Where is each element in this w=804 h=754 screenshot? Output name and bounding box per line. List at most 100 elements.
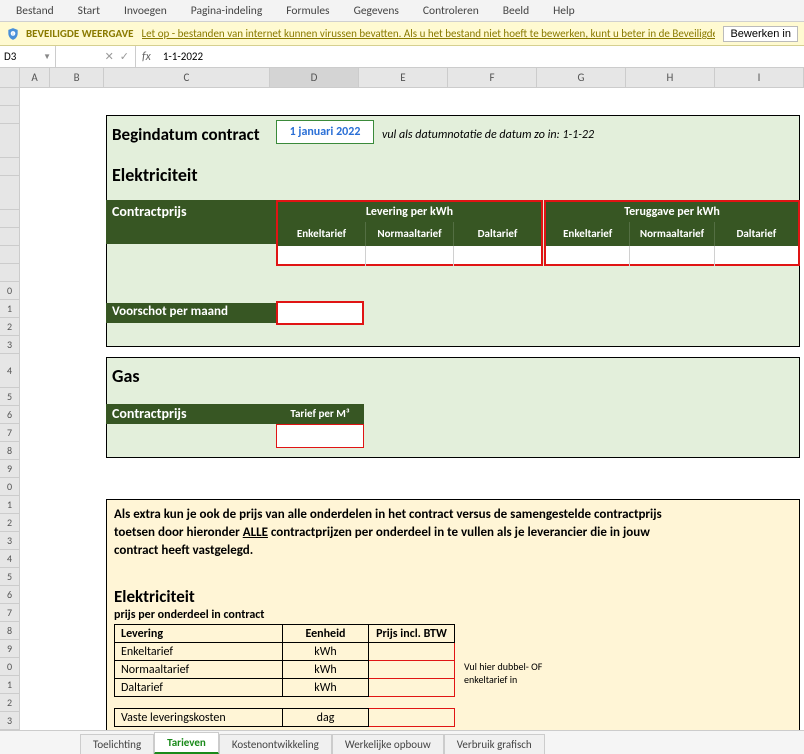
row-label: Vaste leveringskosten xyxy=(115,709,283,727)
sheet-tabs: Toelichting Tarieven Kostenontwikkeling … xyxy=(0,730,804,754)
col-enkeltarief: Enkeltarief xyxy=(546,222,630,246)
menu-item[interactable]: Formules xyxy=(274,4,341,18)
col-daltarief: Daltarief xyxy=(454,222,541,246)
teruggave-group: Teruggave per kWh Enkeltarief Normaaltar… xyxy=(544,200,800,266)
menu-item[interactable]: Start xyxy=(66,4,112,18)
name-box[interactable]: D3 ▼ xyxy=(0,46,56,67)
row-header[interactable] xyxy=(0,106,19,124)
row-header[interactable]: 3 xyxy=(0,336,19,354)
row-header[interactable] xyxy=(0,158,19,176)
levering-table: Levering Eenheid Prijs incl. BTW Enkelta… xyxy=(114,624,455,727)
row-header[interactable]: 1 xyxy=(0,300,19,318)
teruggave-header: Teruggave per kWh xyxy=(546,202,798,222)
row-header[interactable] xyxy=(0,88,19,106)
gas-header: Gas xyxy=(112,365,140,387)
row-header[interactable]: 1 xyxy=(0,496,19,514)
row-header[interactable]: 6 xyxy=(0,586,19,604)
protected-message: Let op - bestanden van internet kunnen v… xyxy=(142,27,716,40)
chevron-down-icon[interactable]: ▼ xyxy=(43,52,51,62)
row-header[interactable]: 2 xyxy=(0,318,19,336)
name-box-value: D3 xyxy=(4,50,16,63)
row-header[interactable]: 7 xyxy=(0,424,19,442)
shield-icon: i xyxy=(6,27,20,41)
row-header[interactable] xyxy=(0,246,19,264)
protected-view-banner: i BEVEILIGDE WEERGAVE Let op - bestanden… xyxy=(0,22,804,46)
levering-enkeltarief-input[interactable] xyxy=(278,246,366,266)
menu-item[interactable]: Invoegen xyxy=(112,4,179,18)
protected-title: BEVEILIGDE WEERGAVE xyxy=(26,27,134,40)
row-unit: kWh xyxy=(283,679,369,697)
column-header[interactable]: A xyxy=(20,68,51,87)
row-header[interactable]: 9 xyxy=(0,460,19,478)
row-header[interactable] xyxy=(0,124,19,158)
row-header[interactable]: 5 xyxy=(0,568,19,586)
row-header[interactable]: 3 xyxy=(0,712,19,730)
extra-subtitle: prijs per onderdeel in contract xyxy=(114,608,264,622)
row-header[interactable] xyxy=(0,264,19,282)
cancel-icon[interactable]: ✕ xyxy=(105,50,114,63)
sheet-tab[interactable]: Verbruik grafisch xyxy=(444,734,545,754)
col-daltarief: Daltarief xyxy=(715,222,798,246)
row-header[interactable]: 6 xyxy=(0,406,19,424)
row-label: Enkeltarief xyxy=(115,643,283,661)
menu-item[interactable]: Gegevens xyxy=(342,4,411,18)
row-header[interactable]: 3 xyxy=(0,532,19,550)
sheet-tab[interactable]: Werkelijke opbouw xyxy=(332,734,444,754)
col-enkeltarief: Enkeltarief xyxy=(278,222,366,246)
row-header[interactable]: 2 xyxy=(0,514,19,532)
row-header[interactable]: 4 xyxy=(0,550,19,568)
fx-icon[interactable]: fx xyxy=(136,46,157,67)
voorschot-input[interactable] xyxy=(276,301,364,325)
enable-editing-button[interactable]: Bewerken in xyxy=(723,26,798,42)
teruggave-enkeltarief-input[interactable] xyxy=(546,246,630,266)
column-header[interactable]: G xyxy=(537,68,626,87)
contractprijs-label: Contractprijs xyxy=(106,200,276,244)
column-header[interactable]: C xyxy=(104,68,270,87)
row-header[interactable]: 0 xyxy=(0,282,19,300)
confirm-icon[interactable]: ✓ xyxy=(120,50,129,63)
enkeltarief-prijs-input[interactable] xyxy=(369,643,455,661)
row-header[interactable]: 8 xyxy=(0,622,19,640)
formula-input[interactable]: 1-1-2022 xyxy=(157,46,804,67)
column-header[interactable]: I xyxy=(715,68,804,87)
begindatum-input[interactable]: 1 januari 2022 xyxy=(276,120,374,144)
menu-item[interactable]: Bestand xyxy=(4,4,66,18)
menu-item[interactable]: Beeld xyxy=(491,4,541,18)
column-header[interactable]: H xyxy=(626,68,715,87)
levering-normaaltarief-input[interactable] xyxy=(366,246,454,266)
menu-item[interactable]: Pagina-indeling xyxy=(179,4,275,18)
teruggave-normaaltarief-input[interactable] xyxy=(630,246,714,266)
row-unit: dag xyxy=(283,709,369,727)
worksheet-area[interactable]: Begindatum contract 1 januari 2022 vul a… xyxy=(20,88,804,731)
row-header[interactable]: 5 xyxy=(0,388,19,406)
row-header[interactable]: 4 xyxy=(0,354,19,388)
column-header[interactable]: E xyxy=(359,68,448,87)
menu-item[interactable]: Help xyxy=(541,4,587,18)
row-header[interactable]: 7 xyxy=(0,604,19,622)
row-header[interactable]: 2 xyxy=(0,694,19,712)
teruggave-daltarief-input[interactable] xyxy=(715,246,798,266)
daltarief-prijs-input[interactable] xyxy=(369,679,455,697)
row-header[interactable]: 8 xyxy=(0,442,19,460)
normaaltarief-prijs-input[interactable] xyxy=(369,661,455,679)
column-header[interactable]: F xyxy=(448,68,537,87)
menu-item[interactable]: Controleren xyxy=(411,4,491,18)
vaste-kosten-input[interactable] xyxy=(369,709,455,727)
row-header[interactable]: 1 xyxy=(0,676,19,694)
row-header[interactable] xyxy=(0,228,19,246)
column-header[interactable]: B xyxy=(50,68,103,87)
select-all-corner[interactable] xyxy=(0,68,20,87)
row-header[interactable]: 0 xyxy=(0,478,19,496)
gas-tarief-input[interactable] xyxy=(276,424,364,448)
sheet-tab[interactable]: Tarieven xyxy=(154,732,219,754)
levering-daltarief-input[interactable] xyxy=(454,246,541,266)
sheet-tab[interactable]: Kostenontwikkeling xyxy=(219,734,332,754)
menu-bar: Bestand Start Invoegen Pagina-indeling F… xyxy=(0,0,804,22)
begindatum-label: Begindatum contract xyxy=(112,124,260,145)
row-header[interactable] xyxy=(0,176,19,210)
row-header[interactable]: 9 xyxy=(0,640,19,658)
row-header[interactable]: 0 xyxy=(0,658,19,676)
column-header[interactable]: D xyxy=(270,68,359,87)
row-header[interactable] xyxy=(0,210,19,228)
sheet-tab[interactable]: Toelichting xyxy=(80,734,154,754)
